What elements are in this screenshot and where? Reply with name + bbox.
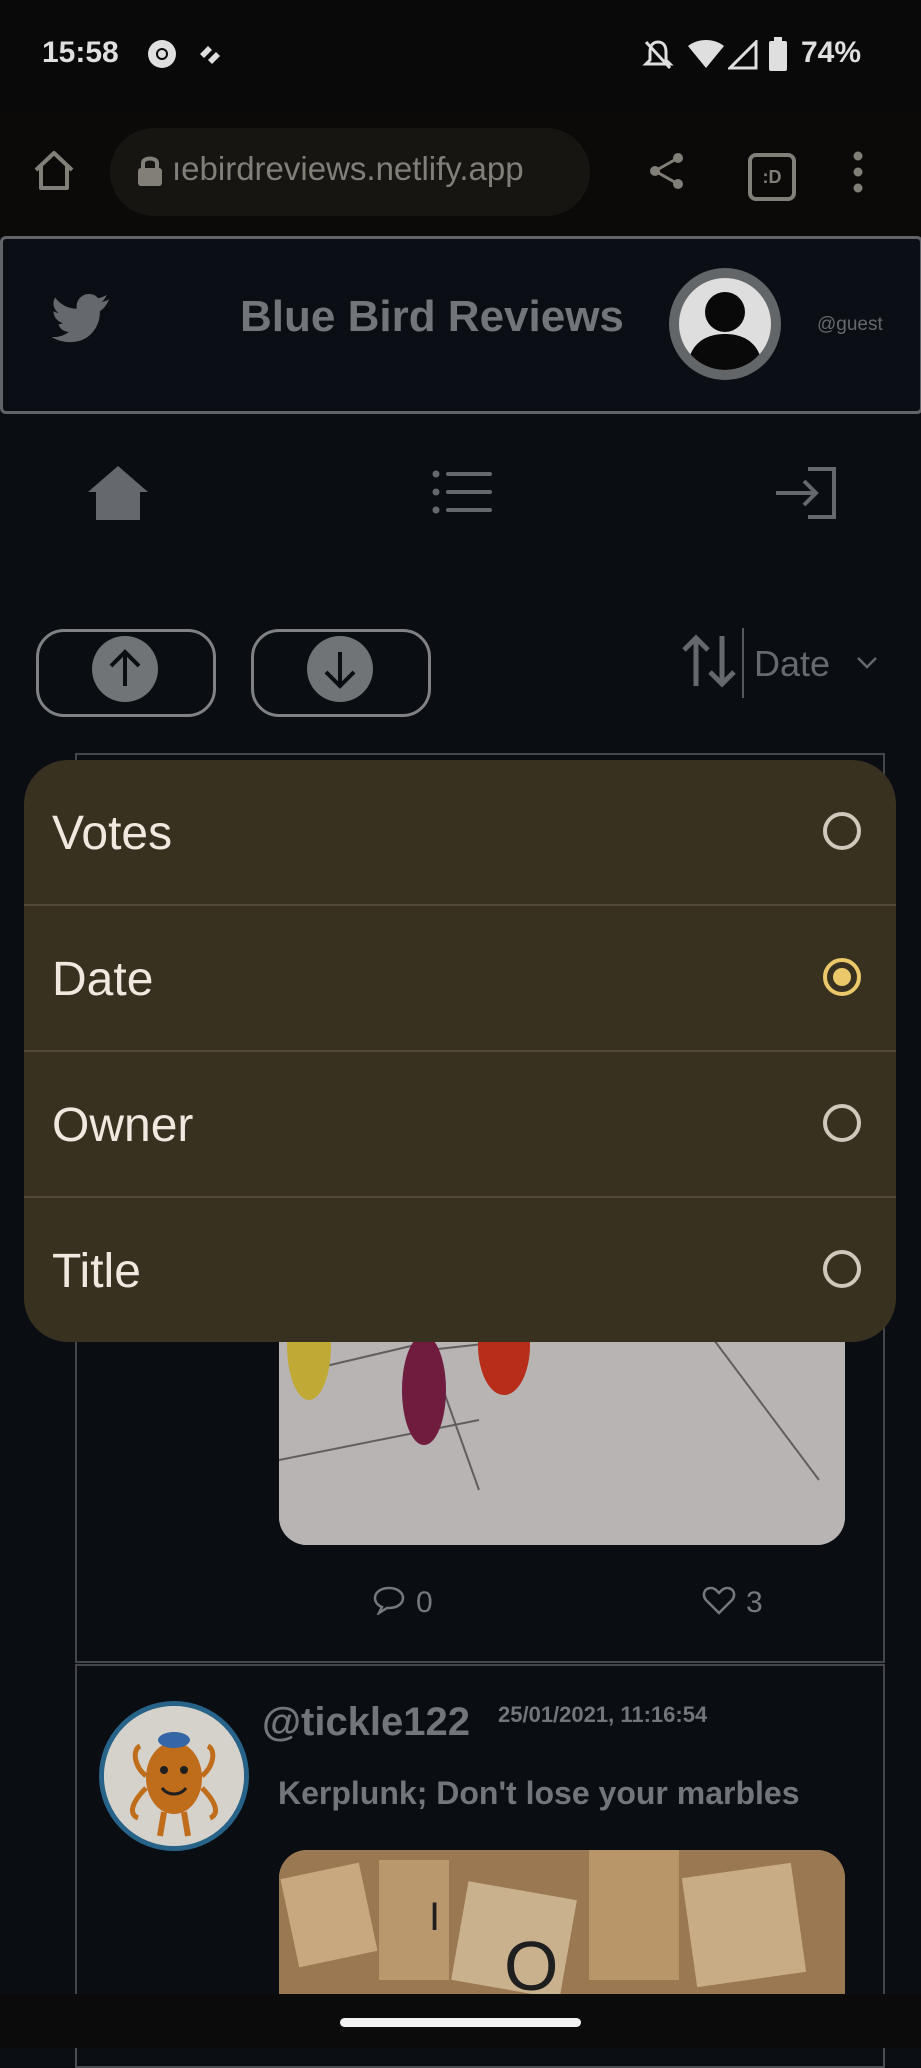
radio-unchecked-icon[interactable] xyxy=(823,812,861,850)
radio-unchecked-icon[interactable] xyxy=(823,1104,861,1142)
sort-option-label: Date xyxy=(52,953,154,1006)
sort-option-date[interactable]: Date xyxy=(24,906,896,1050)
sort-option-votes[interactable]: Votes xyxy=(24,760,896,904)
radio-unchecked-icon[interactable] xyxy=(823,1250,861,1288)
radio-checked-icon[interactable] xyxy=(823,958,861,996)
sort-option-label: Owner xyxy=(52,1099,194,1152)
sort-options-menu: Votes Date Owner Title xyxy=(24,760,896,1342)
sort-option-label: Votes xyxy=(52,807,173,860)
gesture-handle[interactable] xyxy=(340,2018,581,2027)
sort-option-title[interactable]: Title xyxy=(24,1198,896,1342)
sort-option-owner[interactable]: Owner xyxy=(24,1052,896,1196)
sort-option-label: Title xyxy=(52,1245,141,1298)
